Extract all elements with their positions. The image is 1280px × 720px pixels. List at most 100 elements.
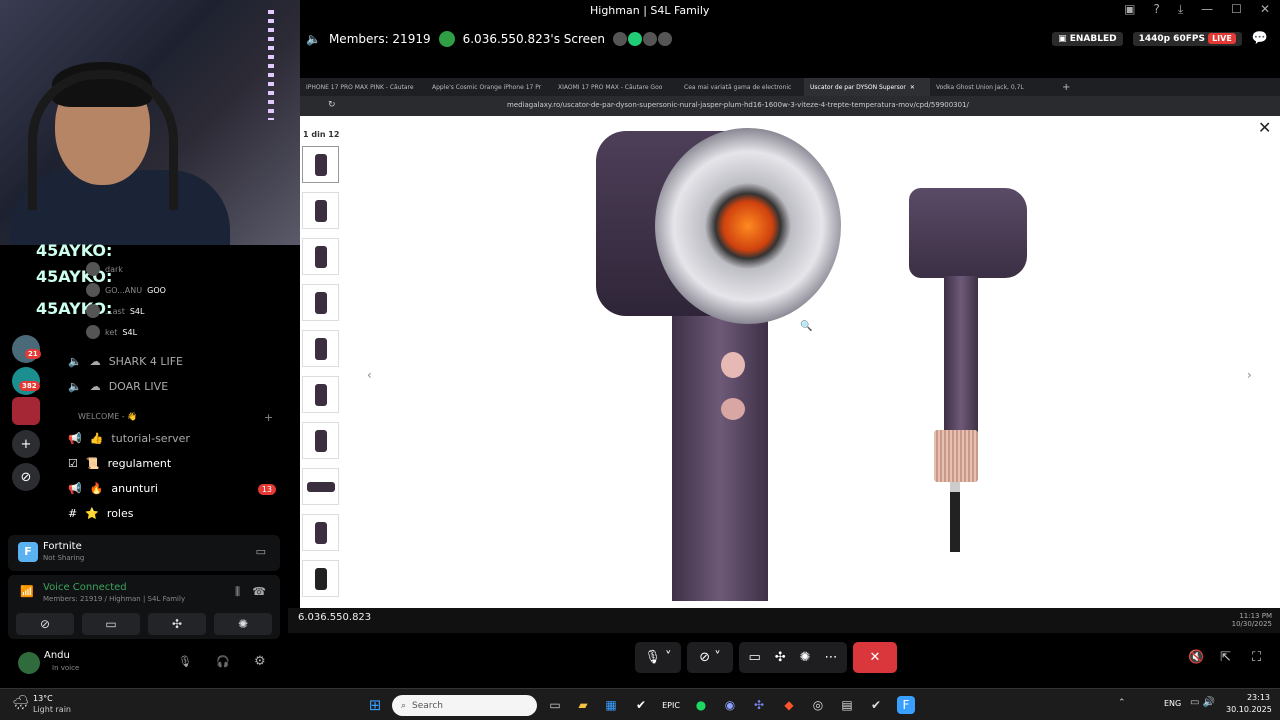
maximize-button[interactable]: ☐: [1231, 2, 1242, 17]
popout-icon[interactable]: ⇱: [1220, 650, 1231, 665]
thumbnail[interactable]: [302, 146, 339, 183]
chat-icon[interactable]: 💬: [1252, 31, 1268, 46]
help-icon[interactable]: ?: [1153, 2, 1159, 17]
next-image-arrow[interactable]: ›: [1247, 368, 1252, 382]
app-icon[interactable]: F: [897, 696, 915, 714]
taskview-icon[interactable]: ▭: [546, 696, 564, 714]
zoom-icon[interactable]: 🔍: [800, 321, 812, 332]
weather-desc: Light rain: [33, 705, 71, 714]
volume-icon[interactable]: 🔈: [306, 32, 321, 46]
add-server-icon[interactable]: +: [12, 430, 40, 458]
tab-4[interactable]: Cea mai variată gama de electronic: [678, 78, 804, 96]
voice-channel[interactable]: 🔈 ☁ DOAR LIVE: [68, 380, 168, 393]
add-channel-icon[interactable]: +: [264, 411, 273, 424]
voice-user[interactable]: dark: [86, 262, 123, 276]
explorer-icon[interactable]: ▰: [574, 696, 592, 714]
unread-badge: 13: [257, 484, 276, 495]
search-input[interactable]: ⌕ Search: [392, 695, 537, 716]
game-icon: F: [18, 542, 38, 562]
viewer-avatars: [613, 32, 673, 46]
announcement-icon: 📢: [68, 482, 82, 495]
teams-icon[interactable]: ✣: [750, 696, 768, 714]
text-channel[interactable]: # ⭐ roles: [68, 507, 134, 520]
avatar[interactable]: [18, 652, 40, 674]
app-icon[interactable]: ✔: [867, 696, 885, 714]
user-name: Andu: [44, 650, 70, 661]
new-tab-button[interactable]: +: [1056, 82, 1076, 93]
thumbnail[interactable]: [302, 330, 339, 367]
url-text[interactable]: mediagalaxy.ro/uscator-de-par-dyson-supe…: [507, 101, 969, 109]
tab-2[interactable]: Apple's Cosmic Orange iPhone 17 Pr: [426, 78, 552, 96]
text-channel[interactable]: 📢 🔥 anunturi: [68, 482, 158, 495]
mic-icon[interactable]: 🎙: [178, 655, 192, 668]
voice-channel[interactable]: 🔈 ☁ SHARK 4 LIFE: [68, 355, 183, 368]
tab-1[interactable]: IPHONE 17 PRO MAX PINK - Căutare: [300, 78, 426, 96]
app-icon[interactable]: ◎: [809, 696, 827, 714]
hangup-icon[interactable]: ☎: [252, 585, 266, 598]
gear-icon[interactable]: ⚙: [254, 654, 266, 669]
reload-icon[interactable]: ↻: [328, 100, 336, 110]
epic-icon[interactable]: EPIC: [662, 696, 680, 714]
network-icon[interactable]: ▭ 🔊: [1190, 697, 1215, 708]
thumbnail[interactable]: [302, 284, 339, 321]
thumbnail[interactable]: [302, 192, 339, 229]
app-icon[interactable]: ▤: [838, 696, 856, 714]
voice-user[interactable]: ...ast S4L: [86, 304, 144, 318]
enabled-badge: ▣ ENABLED: [1052, 31, 1123, 46]
thumbnail[interactable]: [302, 468, 339, 505]
stream-taskbar: 6.036.550.823 11:13 PM 10/30/2025: [288, 608, 1280, 633]
text-channel[interactable]: 📢 👍 tutorial-server: [68, 432, 190, 445]
activity-toggle[interactable]: ✣: [148, 613, 206, 635]
hash-icon: #: [68, 507, 78, 520]
camera-toggle[interactable]: ⊘: [16, 613, 74, 635]
overlay-text: 45AYKO:: [36, 241, 113, 260]
start-icon[interactable]: ⊞: [366, 696, 384, 714]
soundboard-toggle[interactable]: ✺: [214, 613, 272, 635]
server-icon[interactable]: [12, 397, 40, 425]
language-indicator[interactable]: ENG: [1164, 699, 1181, 708]
noise-icon[interactable]: ⫼: [235, 585, 240, 599]
screen-avatar: [438, 31, 455, 47]
prev-image-arrow[interactable]: ‹: [367, 368, 372, 382]
thumbnail[interactable]: [302, 238, 339, 275]
camera-button[interactable]: ⊘ ˅: [687, 642, 733, 673]
headphones-icon[interactable]: 🎧: [216, 655, 230, 668]
text-channel[interactable]: ☑ 📜 regulament: [68, 457, 171, 470]
thumbnail[interactable]: [302, 422, 339, 459]
voice-status: Voice Connected: [43, 582, 127, 593]
download-icon[interactable]: ⤓: [1178, 2, 1183, 17]
close-gallery-icon[interactable]: ✕: [1258, 118, 1271, 137]
spotify-icon[interactable]: ●: [692, 696, 710, 714]
announcement-icon: 📢: [68, 432, 82, 445]
mute-stream-icon[interactable]: 🔇: [1188, 650, 1204, 665]
brave-icon[interactable]: ◆: [780, 696, 798, 714]
steam-icon[interactable]: ✔: [632, 696, 650, 714]
tab-5-active[interactable]: Uscator de par DYSON Supersor ✕: [804, 78, 930, 96]
inbox-icon[interactable]: ▣: [1124, 2, 1135, 17]
thumbnail[interactable]: [302, 560, 339, 597]
discord-icon[interactable]: ◉: [721, 696, 739, 714]
thumbnail[interactable]: [302, 376, 339, 413]
share-screen-icon[interactable]: ▭: [256, 545, 266, 558]
minimize-button[interactable]: —: [1201, 2, 1213, 17]
thumbnail[interactable]: [302, 514, 339, 551]
close-window-button[interactable]: ✕: [1260, 2, 1270, 17]
tray-chevron-icon[interactable]: ⌃: [1118, 698, 1126, 708]
server-list: 21 382 + ⊘: [0, 245, 54, 530]
voice-details: Members: 21919 / Highman | S4L Family: [43, 595, 186, 603]
activity-buttons[interactable]: ▭ ✣ ✺ ⋯: [739, 642, 847, 673]
screen-toggle[interactable]: ▭: [82, 613, 140, 635]
soundboard-icon: ✺: [799, 650, 811, 665]
stream-clock: 11:13 PM 10/30/2025: [1231, 612, 1272, 628]
disconnect-button[interactable]: ✕: [853, 642, 897, 673]
fullscreen-icon[interactable]: ⛶: [1252, 650, 1261, 665]
voice-user[interactable]: GO...ANU GOO: [86, 283, 166, 297]
discover-icon[interactable]: ⊘: [12, 463, 40, 491]
address-bar[interactable]: ↻ mediagalaxy.ro/uscator-de-par-dyson-su…: [300, 96, 1280, 116]
voice-user[interactable]: ket S4L: [86, 325, 137, 339]
tab-6[interactable]: Vodka Ghost Union Jack, 0,7L: [930, 78, 1056, 96]
tab-3[interactable]: XIAOMI 17 PRO MAX - Căutare Goo: [552, 78, 678, 96]
category-header[interactable]: WELCOME - 👋: [78, 412, 137, 421]
mic-button[interactable]: 🎙 ˅: [635, 642, 681, 673]
store-icon[interactable]: ▦: [602, 696, 620, 714]
